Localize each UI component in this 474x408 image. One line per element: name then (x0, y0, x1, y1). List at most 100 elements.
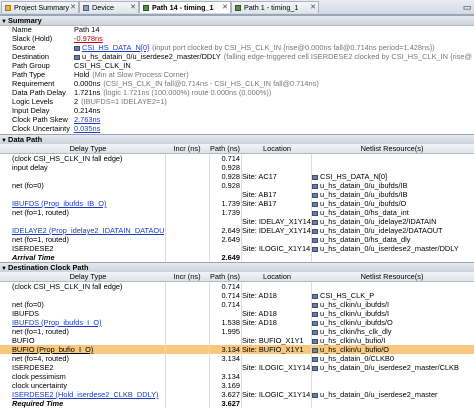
table-row[interactable]: input delay0.2140.928 (0, 163, 474, 172)
netlist-resource[interactable]: u_hs_datain_0/u_ibufds/IB (320, 181, 408, 190)
location-cell: Site: AC17 (242, 172, 277, 181)
netlist-resource[interactable]: u_hs_datain_0/u_iserdese2_master/CLKB (320, 363, 459, 372)
total-row[interactable]: Arrival Time 2.649 (0, 253, 474, 262)
summary-row: Data Path Delay 1.721ns (logic 1.721ns (10… (0, 88, 474, 97)
column-header-location[interactable]: Location (242, 144, 312, 153)
table-row[interactable]: net (fo=1, routed)0.0002.649u_hs_datain_… (0, 235, 474, 244)
netlist-resource[interactable]: u_hs_datain_0/u_ibufds/IB (320, 190, 408, 199)
netlist-resource[interactable]: u_hs_datain_0/CLKB0 (320, 354, 394, 363)
tab-label: Device (92, 3, 114, 12)
column-divider (241, 217, 242, 226)
tab-label: Path 1 - timing_1 (244, 3, 299, 12)
tab-path-14[interactable]: Path 14 - timing_1 ✕ (139, 1, 231, 13)
summary-value-cell: 0.035ns (74, 124, 472, 133)
summary-value: CSI_HS_CLK_IN (74, 61, 131, 70)
column-divider (241, 372, 242, 381)
table-row[interactable]: 0.0000.928Site: AC17CSI_HS_DATA_N[0] (0, 172, 474, 181)
table-row[interactable]: net (fo=1, routed)0.4571.995u_hs_clkin/h… (0, 327, 474, 336)
column-divider (241, 235, 242, 244)
column-divider (165, 282, 166, 291)
table-row[interactable]: IBUFDS Site: AD18 u_hs_clkin/u_ibufds/I (0, 309, 474, 318)
table-row[interactable]: net (fo=4, routed)0.0003.134u_hs_datain_… (0, 354, 474, 363)
summary-row: Logic Levels 2 (IBUFDS=1 IDELAYE2=1) (0, 97, 474, 106)
netlist-resource[interactable]: u_hs_datain_0/u_idelaye2/IDATAIN (320, 217, 436, 226)
location-cell: Site: IDELAY_X1Y14 (242, 217, 311, 226)
column-header-delay-type[interactable]: Delay Type (12, 144, 164, 153)
table-row[interactable]: BUFIO (Prop_bufio_I_O)(f)1.1403.134Site:… (0, 345, 474, 354)
table-row[interactable]: ISERDESE2 Site: ILOGIC_X1Y14 u_hs_datain_0… (0, 363, 474, 372)
summary-value[interactable]: CSI_HS_DATA_N[0] (82, 43, 149, 52)
netlist-resource[interactable]: CSI_HS_CLK_P (320, 291, 374, 300)
table-row[interactable]: net (fo=0)0.0000.714u_hs_clkin/u_ibufds/… (0, 300, 474, 309)
delay-type-cell[interactable]: BUFIO (Prop_bufio_I_O) (12, 345, 164, 354)
column-divider (241, 381, 242, 390)
column-header-location[interactable]: Location (242, 272, 312, 281)
column-divider (311, 163, 312, 172)
table-row[interactable]: ISERDESE2 (Hold_iserdese2_CLKB_DDLY)0.45… (0, 390, 474, 399)
netlist-resource[interactable]: u_hs_clkin/u_bufio/O (320, 345, 389, 354)
table-row[interactable]: 0.0000.714Site: AD18CSI_HS_CLK_P (0, 291, 474, 300)
netlist-resource[interactable]: CSI_HS_DATA_N[0] (320, 172, 387, 181)
summary-value[interactable]: 0.035ns (74, 124, 100, 133)
column-header-path[interactable]: Path (ns) (210, 272, 240, 281)
tab-path-1[interactable]: Path 1 - timing_1 ✕ (231, 1, 319, 13)
netlist-resource[interactable]: u_hs_clkin/u_ibufds/I (320, 309, 389, 318)
netlist-resource[interactable]: u_hs_datain_0/hs_data_dly (320, 235, 410, 244)
netlist-resource[interactable]: u_hs_clkin/u_ibufds/O (320, 318, 393, 327)
table-row[interactable]: BUFIO Site: BUFIO_X1Y1 u_hs_clkin/u_bufio/… (0, 336, 474, 345)
netlist-resource[interactable]: u_hs_datain_0/hs_data_int (320, 208, 409, 217)
delay-type-cell[interactable]: IBUFDS (Prop_ibufds_IB_O) (12, 199, 164, 208)
table-row[interactable]: IBUFDS (Prop_ibufds_I_O)(f)0.8241.538Sit… (0, 318, 474, 327)
path-value-cell: 0.714 (221, 291, 241, 300)
table-row[interactable]: Site: IDELAY_X1Y14 u_hs_datain_0/u_idelay… (0, 217, 474, 226)
delay-type-cell[interactable]: IBUFDS (Prop_ibufds_I_O) (12, 318, 164, 327)
summary-value: u_hs_datain_0/u_iserdese2_master/DDLY (82, 52, 221, 61)
column-header-netlist[interactable]: Netlist Resource(s) (312, 272, 472, 281)
table-row[interactable]: clock uncertainty0.0353.169 (0, 381, 474, 390)
restore-window-icon[interactable]: ▭ (462, 2, 472, 12)
delay-type-cell: net (fo=1, routed) (12, 208, 69, 217)
netlist-resource[interactable]: u_hs_clkin/u_ibufds/I (320, 300, 389, 309)
table-row[interactable]: (clock CSI_HS_CLK_IN fall edge)(f)0.7140… (0, 282, 474, 291)
column-header-incr[interactable]: Incr (ns) (166, 144, 208, 153)
table-row[interactable]: net (fo=0)0.0000.928u_hs_datain_0/u_ibuf… (0, 181, 474, 190)
column-divider (311, 244, 312, 253)
summary-value-cell: 0.214ns (74, 106, 472, 115)
summary-value: 2 (74, 97, 79, 106)
table-row[interactable]: IDELAYE2 (Prop_idelaye2_IDATAIN_DATAOUT)… (0, 226, 474, 235)
netlist-resource[interactable]: u_hs_datain_0/u_idelaye2/DATAOUT (320, 226, 443, 235)
column-divider (311, 354, 312, 363)
tab-project-summary[interactable]: Project Summary ✕ (1, 1, 79, 13)
close-icon[interactable]: ✕ (130, 2, 136, 14)
column-header-path[interactable]: Path (ns) (210, 144, 240, 153)
summary-value[interactable]: -0.978ns (74, 34, 103, 43)
netlist-cell: u_hs_datain_0/hs_data_int (312, 208, 472, 217)
netlist-resource[interactable]: u_hs_datain_0/u_iserdese2_master (320, 390, 438, 399)
location-cell: Site: AB17 (242, 199, 277, 208)
tab-device[interactable]: Device ✕ (79, 1, 139, 13)
table-row[interactable]: clock pessimism0.0003.134 (0, 372, 474, 381)
table-row[interactable]: (clock CSI_HS_CLK_IN fall edge)(f)0.7140… (0, 154, 474, 163)
table-row[interactable]: ISERDESE2 Site: ILOGIC_X1Y14 u_hs_datain_0… (0, 244, 474, 253)
column-header-delay-type[interactable]: Delay Type (12, 272, 164, 281)
close-icon[interactable]: ✕ (310, 2, 316, 14)
column-divider (209, 345, 210, 354)
table-row[interactable]: net (fo=1, routed)0.0001.739u_hs_datain_… (0, 208, 474, 217)
column-header-netlist[interactable]: Netlist Resource(s) (312, 144, 472, 153)
close-icon[interactable]: ✕ (222, 2, 228, 14)
netlist-resource[interactable]: u_hs_datain_0/u_iserdese2_master/DDLY (320, 244, 459, 253)
delay-type-cell[interactable]: ISERDESE2 (Hold_iserdese2_CLKB_DDLY) (12, 390, 164, 399)
netlist-resource[interactable]: u_hs_clkin/hs_clk_dly (320, 327, 391, 336)
netlist-resource[interactable]: u_hs_clkin/u_bufio/I (320, 336, 385, 345)
delay-type-cell[interactable]: IDELAYE2 (Prop_idelaye2_IDATAIN_DATAOUT) (12, 226, 164, 235)
column-divider (209, 208, 210, 217)
summary-value-cell: Path 14 (74, 25, 472, 34)
column-header-incr[interactable]: Incr (ns) (166, 272, 208, 281)
close-icon[interactable]: ✕ (70, 2, 76, 14)
table-row[interactable]: Site: AB17 u_hs_datain_0/u_ibufds/IB (0, 190, 474, 199)
total-row[interactable]: Required Time 3.627 (0, 399, 474, 408)
summary-value[interactable]: 2.763ns (74, 115, 100, 124)
table-row[interactable]: IBUFDS (Prop_ibufds_IB_O)(f)0.8111.739Si… (0, 199, 474, 208)
path-value-cell: 2.649 (221, 235, 241, 244)
netlist-resource[interactable]: u_hs_datain_0/u_ibufds/O (320, 199, 406, 208)
